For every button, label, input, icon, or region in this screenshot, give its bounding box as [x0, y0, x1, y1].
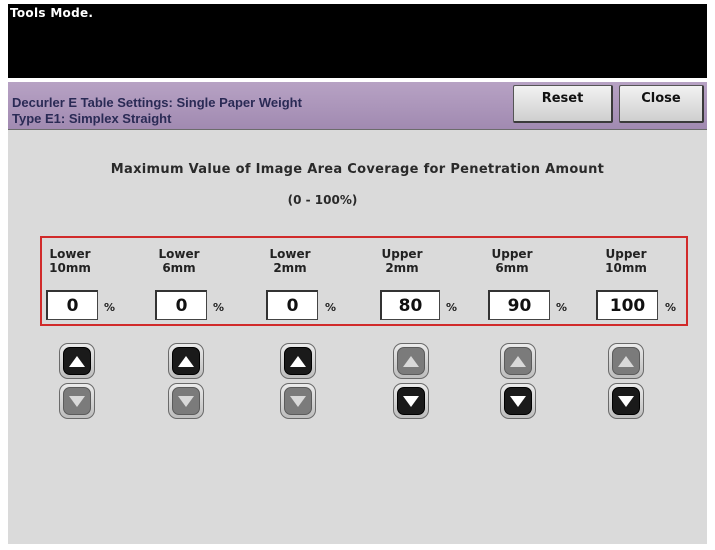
increase-button[interactable] [608, 343, 644, 379]
column-label: Upper 10mm [586, 247, 666, 275]
percent-unit: % [104, 301, 116, 314]
down-arrow-icon [172, 387, 200, 415]
percent-unit: % [556, 301, 568, 314]
decrease-button[interactable] [608, 383, 644, 419]
value-field[interactable]: 0 [155, 290, 207, 320]
increase-button[interactable] [393, 343, 429, 379]
column-label-line2: 6mm [162, 261, 196, 275]
value-field[interactable]: 80 [380, 290, 440, 320]
reset-button[interactable]: Reset [513, 85, 613, 123]
column-label-line2: 10mm [49, 261, 91, 275]
decrease-button[interactable] [500, 383, 536, 419]
column-label: Upper 2mm [362, 247, 442, 275]
increase-button[interactable] [280, 343, 316, 379]
settings-heading: Maximum Value of Image Area Coverage for… [110, 162, 605, 177]
column-label-line1: Upper [381, 247, 423, 261]
percent-unit: % [213, 301, 225, 314]
column-label-line1: Lower [49, 247, 91, 261]
value-field[interactable]: 90 [488, 290, 550, 320]
column-label: Lower 6mm [139, 247, 219, 275]
decrease-button[interactable] [168, 383, 204, 419]
up-arrow-icon [63, 347, 91, 375]
value-field[interactable]: 100 [596, 290, 658, 320]
screen-title: Decurler E Table Settings: Single Paper … [12, 95, 302, 110]
down-arrow-icon [397, 387, 425, 415]
up-arrow-icon [612, 347, 640, 375]
column-label-line1: Upper [491, 247, 533, 261]
percent-unit: % [325, 301, 337, 314]
up-arrow-icon [504, 347, 532, 375]
decrease-button[interactable] [393, 383, 429, 419]
increase-button[interactable] [59, 343, 95, 379]
mode-bar: Tools Mode. [8, 4, 707, 78]
down-arrow-icon [284, 387, 312, 415]
down-arrow-icon [63, 387, 91, 415]
column-label-line1: Lower [158, 247, 200, 261]
decrease-button[interactable] [59, 383, 95, 419]
down-arrow-icon [612, 387, 640, 415]
percent-unit: % [446, 301, 458, 314]
up-arrow-icon [172, 347, 200, 375]
column-label: Upper 6mm [472, 247, 552, 275]
increase-button[interactable] [168, 343, 204, 379]
close-button[interactable]: Close [619, 85, 704, 123]
screen-subtitle: Type E1: Simplex Straight [12, 111, 172, 126]
increase-button[interactable] [500, 343, 536, 379]
up-arrow-icon [397, 347, 425, 375]
column-label-line2: 2mm [385, 261, 419, 275]
column-label-line1: Upper [605, 247, 647, 261]
column-label: Lower 10mm [30, 247, 110, 275]
up-arrow-icon [284, 347, 312, 375]
column-label-line2: 10mm [605, 261, 647, 275]
value-field[interactable]: 0 [46, 290, 98, 320]
range-label: (0 - 100%) [287, 193, 358, 207]
column-label-line1: Lower [269, 247, 311, 261]
down-arrow-icon [504, 387, 532, 415]
column-label-line2: 6mm [495, 261, 529, 275]
tools-screen: Tools Mode. Decurler E Table Settings: S… [8, 4, 707, 544]
column-label-line2: 2mm [273, 261, 307, 275]
decrease-button[interactable] [280, 383, 316, 419]
percent-unit: % [665, 301, 677, 314]
column-label: Lower 2mm [250, 247, 330, 275]
value-field[interactable]: 0 [266, 290, 318, 320]
mode-label: Tools Mode. [10, 6, 94, 20]
